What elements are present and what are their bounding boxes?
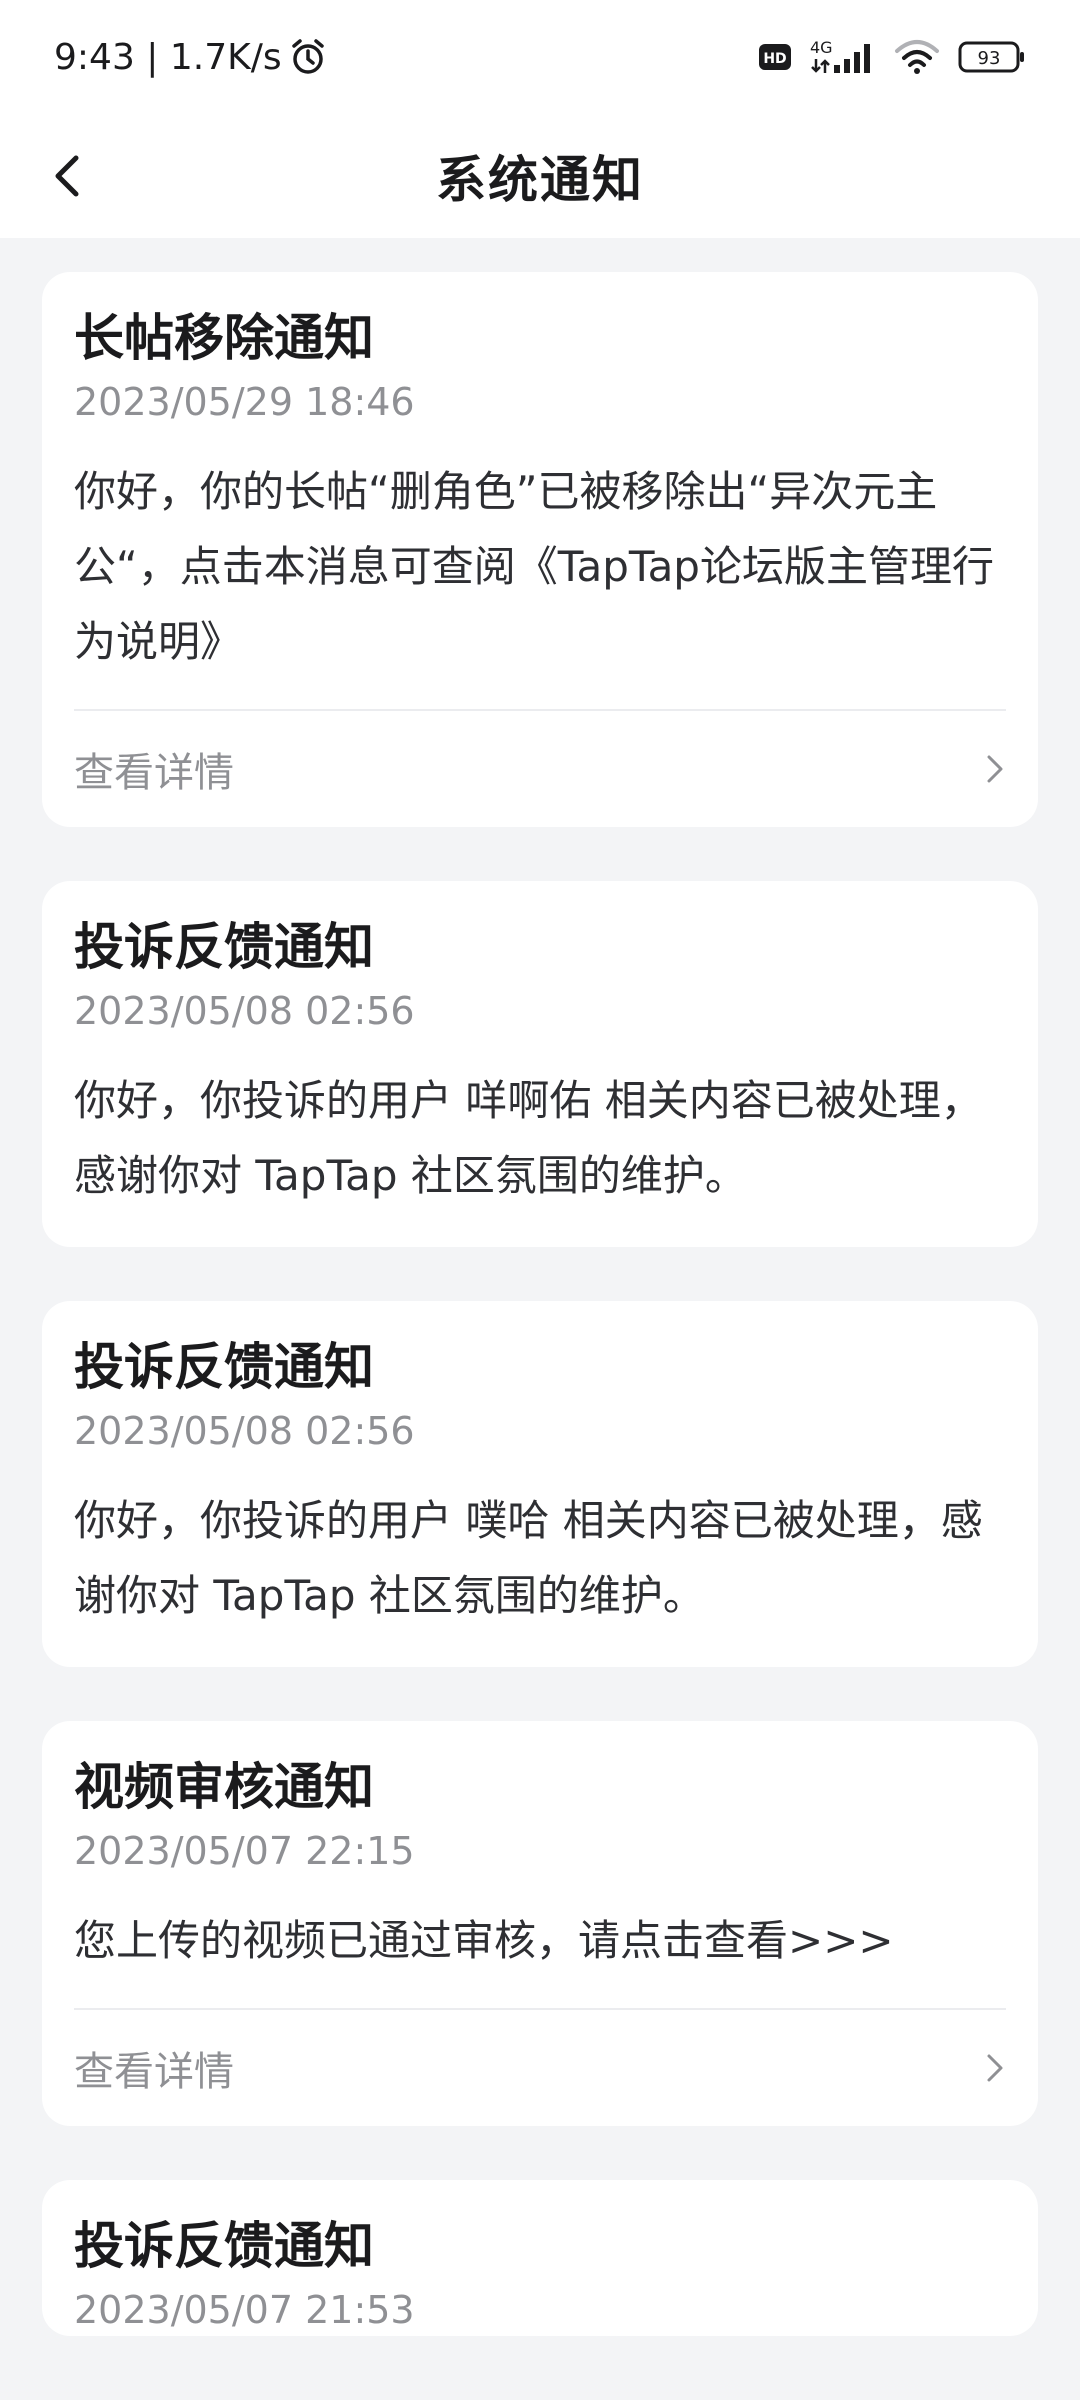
notification-time: 2023/05/07 21:53 [74, 2288, 415, 2332]
top-app-bar: 系统通知 [0, 114, 1080, 238]
chevron-right-icon [984, 752, 1006, 786]
alarm-icon [288, 37, 328, 77]
notification-card[interactable]: 投诉反馈通知 2023/05/07 21:53 [42, 2180, 1038, 2336]
notification-card[interactable]: 视频审核通知 2023/05/07 22:15 您上传的视频已通过审核，请点击查… [42, 1721, 1038, 2126]
notification-body: 你好，你投诉的用户 噗哈 相关内容已被处理，感谢你对 TapTap 社区氛围的维… [74, 1496, 983, 1620]
notification-time: 2023/05/07 22:15 [74, 1829, 415, 1873]
view-details-button[interactable]: 查看详情 [74, 2010, 1006, 2126]
status-time-speed: 9:43 | 1.7K/s [54, 36, 282, 78]
back-button[interactable] [32, 140, 104, 212]
hd-icon: HD [758, 42, 792, 72]
notification-card[interactable]: 投诉反馈通知 2023/05/08 02:56 你好，你投诉的用户 咩啊佑 相关… [42, 881, 1038, 1247]
battery-icon: 93 [958, 40, 1026, 74]
notification-time: 2023/05/29 18:46 [74, 380, 415, 424]
page-title: 系统通知 [436, 151, 644, 209]
notification-title: 投诉反馈通知 [74, 918, 374, 976]
hd-badge-text: HD [763, 51, 786, 67]
status-left: 9:43 | 1.7K/s [54, 37, 328, 78]
back-arrow-icon [55, 155, 79, 197]
chevron-right-icon [984, 2051, 1006, 2085]
status-bar: 9:43 | 1.7K/s HD 4G 93 [0, 0, 1080, 114]
view-details-label: 查看详情 [74, 750, 234, 796]
notification-title: 投诉反馈通知 [74, 1338, 374, 1396]
notification-time: 2023/05/08 02:56 [74, 989, 415, 1033]
battery-level-text: 93 [978, 48, 1001, 69]
view-details-button[interactable]: 查看详情 [74, 711, 1006, 827]
view-details-label: 查看详情 [74, 2049, 234, 2095]
notification-body: 您上传的视频已通过审核，请点击查看>>> [74, 1916, 894, 1965]
status-right: HD 4G 93 [758, 37, 1026, 77]
signal-4g-icon: 4G [810, 37, 876, 77]
notification-time: 2023/05/08 02:56 [74, 1409, 415, 1453]
notification-card[interactable]: 长帖移除通知 2023/05/29 18:46 你好，你的长帖“删角色”已被移除… [42, 272, 1038, 827]
notification-list[interactable]: 长帖移除通知 2023/05/29 18:46 你好，你的长帖“删角色”已被移除… [0, 238, 1080, 2400]
notification-title: 投诉反馈通知 [74, 2217, 374, 2275]
notification-body: 你好，你投诉的用户 咩啊佑 相关内容已被处理，感谢你对 TapTap 社区氛围的… [74, 1076, 983, 1200]
network-type-text: 4G [810, 38, 833, 57]
notification-title: 长帖移除通知 [74, 309, 374, 367]
notification-body: 你好，你的长帖“删角色”已被移除出“异次元主公“，点击本消息可查阅《TapTap… [74, 467, 994, 666]
wifi-icon [894, 39, 940, 75]
notification-card[interactable]: 投诉反馈通知 2023/05/08 02:56 你好，你投诉的用户 噗哈 相关内… [42, 1301, 1038, 1667]
notification-title: 视频审核通知 [74, 1758, 374, 1816]
